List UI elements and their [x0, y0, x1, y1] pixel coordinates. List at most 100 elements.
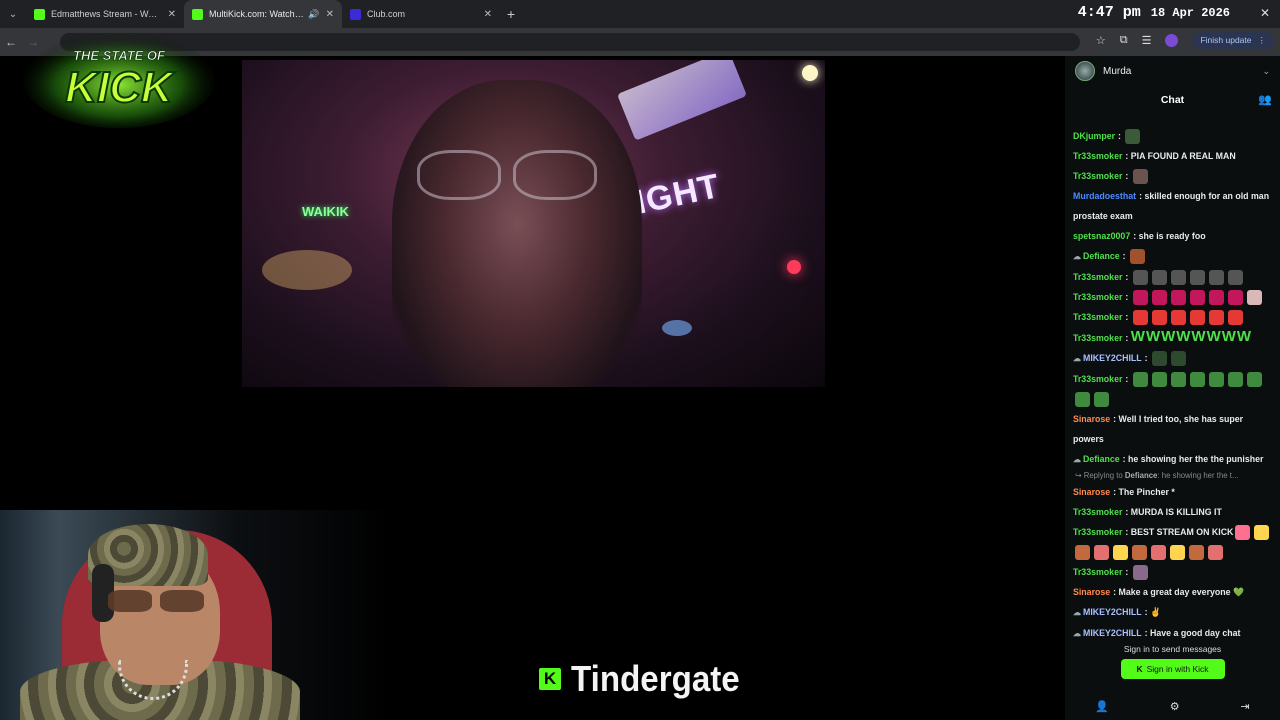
- user-badge-icon: ☁: [1073, 608, 1081, 617]
- close-window-icon[interactable]: ✕: [1260, 6, 1270, 20]
- emote-icon: [1132, 545, 1147, 561]
- emote-icon: [1113, 545, 1128, 561]
- extensions-icon[interactable]: ⧉: [1120, 34, 1128, 47]
- profile-avatar-icon[interactable]: [1165, 34, 1179, 47]
- emote-icon: [1227, 310, 1243, 326]
- neon-sign: [617, 60, 747, 141]
- emote-icon: [1132, 290, 1148, 306]
- chat-username[interactable]: Sinarose: [1073, 414, 1110, 424]
- chat-messages[interactable]: DKjumper: Tr33smoker: PIA FOUND A REAL M…: [1065, 114, 1280, 642]
- logout-icon[interactable]: ⇥: [1240, 700, 1249, 713]
- emote-icon: [1208, 270, 1224, 286]
- reply-user: Defiance: [1124, 471, 1158, 480]
- chat-username[interactable]: Tr33smoker: [1073, 292, 1122, 302]
- chat-username[interactable]: Defiance: [1083, 454, 1120, 464]
- chat-username[interactable]: Tr33smoker: [1073, 507, 1122, 517]
- back-icon[interactable]: ←: [0, 28, 22, 56]
- emote-icon: [1189, 372, 1205, 388]
- chat-username[interactable]: MIKEY2CHILL: [1083, 628, 1142, 638]
- bookmark-star-icon[interactable]: ☆: [1096, 34, 1106, 47]
- chat-message: Tr33smoker: MURDA IS KILLING IT: [1065, 502, 1280, 522]
- chat-text: The Pincher *: [1118, 487, 1175, 497]
- chat-username[interactable]: Defiance: [1083, 251, 1120, 261]
- topic-caption: K Tindergate: [539, 658, 754, 700]
- chat-message: spetsnaz0007: she is ready foo: [1065, 226, 1280, 246]
- tab-close-icon[interactable]: ✕: [484, 9, 492, 20]
- channel-name: Murda: [1103, 65, 1132, 77]
- reply-prefix: ↪ Replying to: [1075, 471, 1125, 480]
- emote-icon: [1132, 565, 1148, 581]
- chat-username[interactable]: Tr33smoker: [1073, 567, 1122, 577]
- emote-icon: [1246, 372, 1262, 388]
- chevron-down-icon[interactable]: ⌄: [1262, 66, 1270, 77]
- chat-username[interactable]: Sinarose: [1073, 487, 1110, 497]
- chat-username[interactable]: Tr33smoker: [1073, 527, 1122, 537]
- add-user-icon[interactable]: 👤: [1095, 700, 1109, 713]
- emote-icon: [1152, 351, 1168, 367]
- emote-icon: [1151, 290, 1167, 306]
- emote-icon: [1151, 270, 1167, 286]
- stream-light: [662, 320, 692, 336]
- toolbar-actions: ☆ ⧉ ☰ Finish update ⋮: [1096, 32, 1274, 49]
- emote-icon: [1132, 310, 1148, 326]
- chat-text: PIA FOUND A REAL MAN: [1130, 151, 1236, 161]
- emote-icon: [1151, 310, 1167, 326]
- tab-title: Club.com: [367, 9, 406, 19]
- chat-message: Tr33smoker: WWWWWWWW: [1065, 327, 1280, 348]
- emote-icon: [1189, 310, 1205, 326]
- emote-icon: [1208, 290, 1224, 306]
- user-badge-icon: ☁: [1073, 354, 1081, 363]
- chat-username[interactable]: Tr33smoker: [1073, 374, 1122, 384]
- finish-update-button[interactable]: Finish update ⋮: [1192, 32, 1274, 49]
- chat-message: Tr33smoker:: [1065, 166, 1280, 186]
- chat-username[interactable]: MIKEY2CHILL: [1083, 353, 1142, 363]
- chat-message: ☁ MIKEY2CHILL: Have a good day chat: [1065, 623, 1280, 642]
- tab-close-icon[interactable]: ✕: [326, 9, 334, 20]
- emote-icon: [1227, 270, 1243, 286]
- channel-selector[interactable]: Murda ⌄: [1065, 56, 1280, 86]
- chat-username[interactable]: MIKEY2CHILL: [1083, 607, 1142, 617]
- chat-username[interactable]: Tr33smoker: [1073, 272, 1122, 282]
- new-tab-button[interactable]: +: [500, 0, 522, 28]
- reading-list-icon[interactable]: ☰: [1142, 34, 1152, 47]
- chat-title: Chat: [1160, 94, 1185, 106]
- tab-close-icon[interactable]: ✕: [168, 9, 176, 20]
- chat-username[interactable]: Tr33smoker: [1073, 171, 1122, 181]
- clock-date: 18 Apr 2026: [1150, 6, 1230, 20]
- chat-username[interactable]: Murdadoesthat: [1073, 191, 1136, 201]
- chat-username[interactable]: Sinarose: [1073, 587, 1110, 597]
- chat-username[interactable]: spetsnaz0007: [1073, 231, 1130, 241]
- chat-message: ☁ MIKEY2CHILL: ✌: [1065, 602, 1280, 623]
- logo-line-2: KICK: [65, 63, 176, 112]
- irl-stream-video[interactable]: WAIKIK NIGHT: [242, 60, 825, 387]
- chat-username[interactable]: Tr33smoker: [1073, 151, 1122, 161]
- chat-username[interactable]: DKjumper: [1073, 131, 1115, 141]
- chat-message: Sinarose: The Pincher *: [1065, 482, 1280, 502]
- emote-icon: [1094, 545, 1109, 561]
- chat-message: Tr33smoker:: [1065, 287, 1280, 307]
- tab-favicon-icon: [350, 8, 361, 20]
- emote-icon: [1094, 392, 1109, 408]
- kick-logo-icon: K: [539, 668, 561, 690]
- emote-icon: [1132, 270, 1148, 286]
- caption-text: Tindergate: [571, 658, 740, 699]
- tab-audio-icon[interactable]: 🔊: [308, 9, 319, 20]
- chat-panel: Murda ⌄ Chat 👥 DKjumper: Tr33smoker: PIA…: [1065, 56, 1280, 720]
- chat-text: Make a great day everyone 💚: [1118, 587, 1244, 597]
- users-icon[interactable]: 👥: [1258, 93, 1272, 106]
- chat-colon: :: [1125, 567, 1131, 577]
- emote-icon: [1208, 372, 1224, 388]
- stream-light: [802, 65, 818, 81]
- settings-gear-icon[interactable]: ⚙: [1170, 700, 1180, 713]
- tab-title: Edmatthews Stream - Watch Live: [51, 9, 162, 19]
- glasses: [417, 150, 597, 200]
- emote-icon: [1227, 372, 1243, 388]
- emote-icon: [1208, 310, 1224, 326]
- chat-message: Tr33smoker: PIA FOUND A REAL MAN: [1065, 146, 1280, 166]
- chat-username[interactable]: Tr33smoker: [1073, 312, 1122, 322]
- emote-icon: [1235, 525, 1251, 541]
- sign-in-with-kick-button[interactable]: K Sign in with Kick: [1120, 659, 1225, 679]
- browser-tab[interactable]: Club.com ✕: [342, 0, 500, 28]
- emote-icon: [1075, 392, 1090, 408]
- chat-username[interactable]: Tr33smoker: [1073, 333, 1122, 343]
